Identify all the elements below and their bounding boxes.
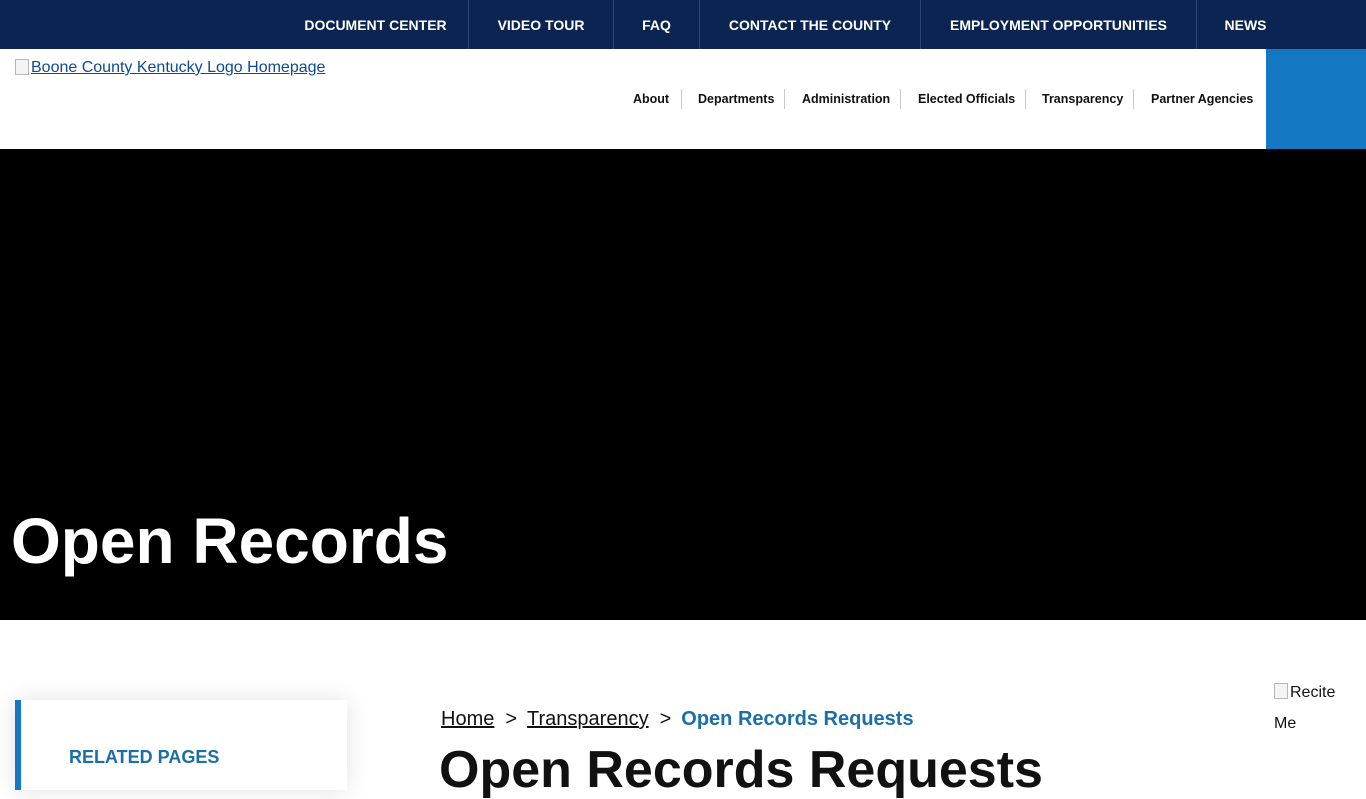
breadcrumb-current: Open Records Requests (681, 708, 914, 730)
broken-image-icon (15, 59, 29, 75)
recite-label-line2: Me (1274, 715, 1297, 732)
utility-link-contact[interactable]: CONTACT THE COUNTY (699, 0, 920, 49)
nav-divider (1025, 89, 1026, 109)
logo-alt-text: Boone County Kentucky Logo Homepage (31, 59, 326, 76)
nav-item-departments[interactable]: Departments (698, 92, 774, 106)
hero-banner: Open Records (0, 149, 1366, 620)
breadcrumb: Home > Transparency > Open Records Reque… (441, 708, 914, 731)
main-nav: About Departments Administration Elected… (0, 89, 1266, 109)
logo-link[interactable]: Boone County Kentucky Logo Homepage (15, 59, 325, 77)
broken-image-icon (1274, 683, 1288, 699)
utility-nav: DOCUMENT CENTER VIDEO TOUR FAQ CONTACT T… (0, 0, 1366, 49)
nav-divider (681, 89, 682, 109)
utility-link-employment[interactable]: EMPLOYMENT OPPORTUNITIES (920, 0, 1196, 49)
hero-title: Open Records (11, 505, 449, 577)
nav-divider (784, 89, 785, 109)
utility-link-document-center[interactable]: DOCUMENT CENTER (283, 0, 468, 49)
utility-link-video-tour[interactable]: VIDEO TOUR (468, 0, 613, 49)
utility-link-faq[interactable]: FAQ (613, 0, 699, 49)
breadcrumb-separator: > (659, 708, 672, 730)
recite-me-button[interactable]: Recite Me (1274, 677, 1366, 739)
recite-label-line1: Recite (1290, 684, 1336, 701)
nav-divider (1133, 89, 1134, 109)
breadcrumb-transparency-link[interactable]: Transparency (527, 708, 649, 731)
nav-item-elected-officials[interactable]: Elected Officials (918, 92, 1015, 106)
nav-item-transparency[interactable]: Transparency (1042, 92, 1123, 106)
nav-item-administration[interactable]: Administration (802, 92, 890, 106)
site-header: Boone County Kentucky Logo Homepage Abou… (0, 49, 1366, 149)
related-pages-heading: RELATED PAGES (69, 747, 220, 767)
utility-link-news[interactable]: NEWS (1196, 0, 1294, 49)
breadcrumb-separator: > (505, 708, 518, 730)
nav-item-partner-agencies[interactable]: Partner Agencies (1151, 92, 1253, 106)
nav-divider (900, 89, 901, 109)
search-toggle-button[interactable] (1266, 49, 1366, 149)
page-title: Open Records Requests (439, 741, 1043, 799)
related-pages-panel: RELATED PAGES (15, 700, 347, 790)
nav-item-about[interactable]: About (633, 92, 669, 106)
breadcrumb-home-link[interactable]: Home (441, 708, 494, 731)
